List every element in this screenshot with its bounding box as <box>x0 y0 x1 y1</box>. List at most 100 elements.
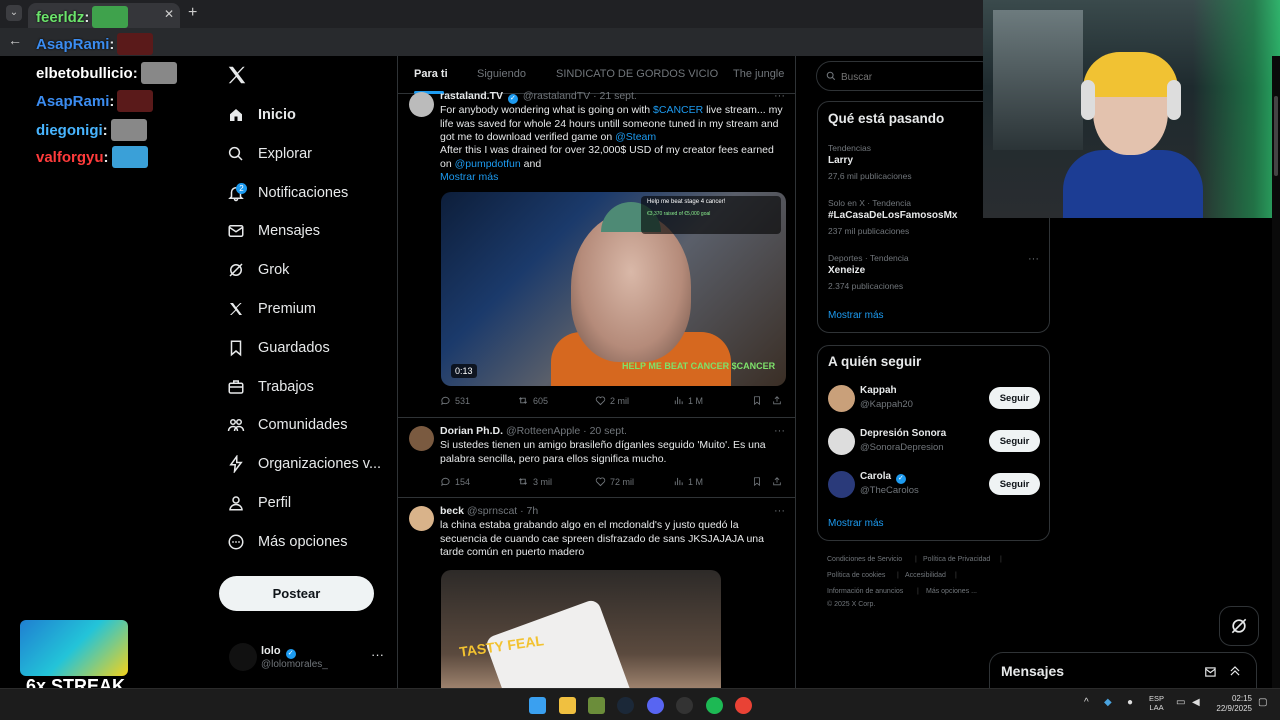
show-more-link[interactable]: Mostrar más <box>440 171 785 185</box>
avatar[interactable] <box>828 385 855 412</box>
avatar[interactable] <box>409 506 434 531</box>
close-icon[interactable]: ✕ <box>164 7 174 21</box>
reply-button[interactable]: 531 <box>440 395 470 406</box>
footer-link[interactable]: Condiciones de Servicio <box>827 556 902 563</box>
volume-icon[interactable]: ◀ <box>1192 697 1200 708</box>
footer-link[interactable]: Más opciones ... <box>926 588 977 595</box>
tab-search-icon[interactable]: ⌄ <box>6 5 22 21</box>
tweet-video[interactable]: Help me beat stage 4 cancer! €3,370 rais… <box>441 192 786 386</box>
reply-button[interactable]: 154 <box>440 476 470 487</box>
steam-icon[interactable] <box>617 697 634 714</box>
nav-item-explorar[interactable]: Explorar <box>226 140 312 168</box>
tweet-date[interactable]: · 20 sept. <box>583 425 627 437</box>
more-icon[interactable]: ··· <box>371 647 384 662</box>
nav-item-inicio[interactable]: Inicio <box>226 101 296 129</box>
footer-link[interactable]: Política de Privacidad <box>923 556 990 563</box>
briefcase-icon <box>226 377 246 397</box>
tweet-author-name[interactable]: rastaland.TV <box>440 90 503 102</box>
views-button[interactable]: 1 M <box>673 476 703 487</box>
post-button[interactable]: Postear <box>219 576 374 611</box>
nav-item-premium[interactable]: Premium <box>226 295 316 323</box>
tweet[interactable]: Dorian Ph.D. @RotteenApple · 20 sept. ··… <box>398 418 795 498</box>
nav-item-trabajos[interactable]: Trabajos <box>226 373 314 401</box>
tweet-date[interactable]: · 7h <box>520 505 538 517</box>
tweet[interactable]: rastaland.TV ✓ @rastalandTV · 21 sept. ·… <box>398 86 795 418</box>
tweet-handle[interactable]: @sprnscat <box>467 505 517 517</box>
chevron-up-icon[interactable]: ^ <box>1084 697 1089 708</box>
tweet-handle[interactable]: @RotteenApple <box>506 425 580 437</box>
mic-icon[interactable]: ● <box>1127 697 1133 708</box>
follow-button[interactable]: Seguir <box>989 473 1040 495</box>
nav-item-guardados[interactable]: Guardados <box>226 334 330 362</box>
nav-item-comunidades[interactable]: Comunidades <box>226 411 347 439</box>
search-box[interactable] <box>816 61 996 91</box>
tweet-handle[interactable]: @rastalandTV <box>523 90 590 102</box>
spotify-icon[interactable] <box>706 697 723 714</box>
like-button[interactable]: 2 mil <box>595 395 629 406</box>
new-tab-icon[interactable]: + <box>188 4 197 22</box>
chrome-icon[interactable] <box>735 697 752 714</box>
nav-item-grok[interactable]: Grok <box>226 256 289 284</box>
network-icon[interactable]: ▭ <box>1176 697 1185 708</box>
grok-floating-button[interactable] <box>1219 606 1259 646</box>
tab-sindicato[interactable]: SINDICATO DE GORDOS VICIO <box>556 68 718 80</box>
search-input[interactable] <box>839 68 989 86</box>
nav-item-organizaciones-v[interactable]: Organizaciones v... <box>226 450 381 478</box>
trends-show-more-link[interactable]: Mostrar más <box>828 310 884 321</box>
system-clock[interactable]: 02:15 22/9/2025 <box>1212 694 1252 714</box>
tab-the-jungle[interactable]: The jungle <box>733 68 784 80</box>
share-button[interactable] <box>772 476 786 487</box>
nav-item-más-opciones[interactable]: Más opciones <box>226 528 347 556</box>
follow-suggestion[interactable]: Carola ✓ @TheCarolos Seguir <box>828 469 1040 499</box>
footer-link[interactable]: Accesibilidad <box>905 572 946 579</box>
notifications-icon[interactable]: ▢ <box>1258 697 1267 708</box>
app-icon[interactable] <box>588 697 605 714</box>
tweet[interactable]: beck @sprnscat · 7h ··· la china estaba … <box>398 498 795 688</box>
more-icon[interactable]: ··· <box>774 90 785 102</box>
messages-drawer[interactable]: Mensajes <box>989 652 1257 692</box>
follow-suggestion[interactable]: Kappah @Kappah20 Seguir <box>828 383 1040 413</box>
bookmark-button[interactable] <box>752 476 766 487</box>
cashtag-link[interactable]: $CANCER <box>653 104 703 116</box>
obs-icon[interactable] <box>676 697 693 714</box>
back-arrow-icon[interactable]: ← <box>8 32 22 48</box>
more-icon[interactable]: ··· <box>774 425 785 437</box>
input-language[interactable]: ESP LAA <box>1149 694 1164 712</box>
avatar[interactable] <box>409 426 434 451</box>
file-explorer-icon[interactable] <box>559 697 576 714</box>
repost-button[interactable]: 3 mil <box>517 476 552 487</box>
scrollbar-thumb[interactable] <box>1274 96 1278 176</box>
avatar[interactable] <box>828 428 855 455</box>
follow-button[interactable]: Seguir <box>989 430 1040 452</box>
tab-siguiendo[interactable]: Siguiendo <box>477 68 526 80</box>
nav-item-mensajes[interactable]: Mensajes <box>226 217 320 245</box>
tweet-date[interactable]: · 21 sept. <box>593 90 637 102</box>
tweet-image[interactable]: TASTY FEAL <box>441 570 721 688</box>
follow-suggestion[interactable]: Depresión Sonora @SonoraDepresion Seguir <box>828 426 1040 456</box>
more-icon[interactable]: ··· <box>1028 253 1039 265</box>
page-scrollbar[interactable] <box>1272 56 1280 688</box>
footer-link[interactable]: Política de cookies <box>827 572 885 579</box>
bookmark-button[interactable] <box>752 395 766 406</box>
footer-link[interactable]: Información de anuncios <box>827 588 903 595</box>
tweet-author-name[interactable]: beck <box>440 505 464 517</box>
tweet-author-name[interactable]: Dorian Ph.D. <box>440 425 503 437</box>
views-button[interactable]: 1 M <box>673 395 703 406</box>
x-logo-icon[interactable] <box>226 64 250 88</box>
mention-link[interactable]: @Steam <box>615 131 656 143</box>
share-button[interactable] <box>772 395 786 406</box>
repost-button[interactable]: 605 <box>517 395 548 406</box>
discord-icon[interactable] <box>647 697 664 714</box>
avatar[interactable] <box>828 471 855 498</box>
defender-icon[interactable]: ◆ <box>1104 697 1112 708</box>
follow-button[interactable]: Seguir <box>989 387 1040 409</box>
nav-item-perfil[interactable]: Perfil <box>226 489 291 517</box>
like-button[interactable]: 72 mil <box>595 476 634 487</box>
more-icon[interactable]: ··· <box>774 505 785 517</box>
tab-para-ti[interactable]: Para ti <box>414 68 448 80</box>
account-switcher[interactable]: lolo ✓ @lolomorales_ ··· <box>229 643 384 673</box>
follow-show-more-link[interactable]: Mostrar más <box>828 518 884 529</box>
windows-start-icon[interactable] <box>529 697 546 714</box>
avatar[interactable] <box>409 92 434 117</box>
mention-link[interactable]: @pumpdotfun <box>455 158 521 170</box>
